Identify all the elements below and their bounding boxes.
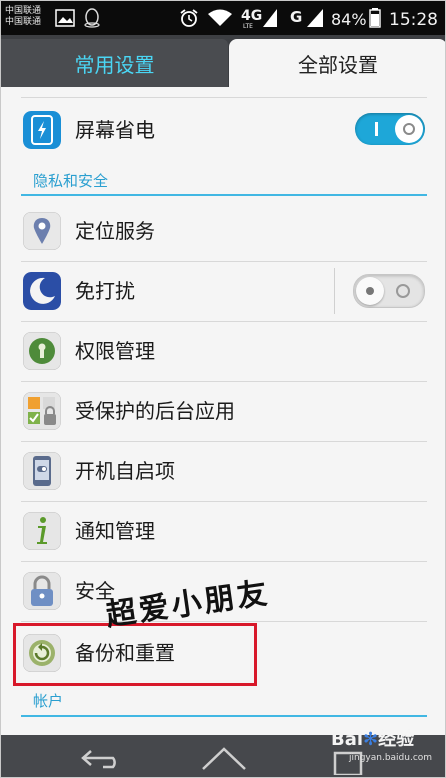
screen-power-saving-toggle[interactable] [355, 113, 425, 145]
baidu-logo: Bai✻经验 [331, 725, 414, 751]
row-location-service-label: 定位服务 [75, 219, 155, 243]
battery-icon [369, 8, 381, 28]
home-icon[interactable] [199, 745, 249, 771]
baidu-url: jingyan.baidu.com [349, 753, 433, 763]
wifi-icon [208, 9, 232, 26]
image-notification-icon [55, 9, 75, 27]
row-permission-management[interactable]: 权限管理 [1, 321, 445, 381]
network-lte-label: LTE [243, 23, 253, 30]
tab-common-settings[interactable]: 常用设置 [1, 39, 228, 87]
info-icon [23, 512, 61, 550]
section-divider [21, 194, 427, 196]
do-not-disturb-toggle[interactable] [353, 274, 425, 308]
signal-icon-1 [263, 9, 277, 27]
row-location-service[interactable]: 定位服务 [1, 201, 445, 261]
row-startup-items-label: 开机自启项 [75, 459, 175, 483]
tab-common-settings-label: 常用设置 [74, 52, 155, 77]
row-notification-management-label: 通知管理 [75, 519, 155, 543]
network-g-label: G [290, 8, 303, 26]
screen: 中国联通 中国联通 4G LTE G 84% 15:28 常用设置 全部设置 屏… [0, 0, 446, 778]
carrier-1: 中国联通 [5, 6, 42, 16]
toggle-off-indicator [396, 284, 410, 298]
battery-percent: 84% [331, 10, 367, 29]
divider [21, 621, 427, 622]
row-do-not-disturb-label: 免打扰 [75, 279, 135, 303]
toggle-separator [334, 268, 335, 314]
divider [21, 97, 427, 98]
protected-apps-icon [23, 392, 61, 430]
toggle-on-indicator [375, 122, 378, 136]
row-startup-items[interactable]: 开机自启项 [1, 441, 445, 501]
row-protected-apps-label: 受保护的后台应用 [75, 399, 235, 423]
tab-all-settings-label: 全部设置 [298, 52, 378, 77]
clock: 15:28 [389, 10, 438, 30]
network-4g-label: 4G [241, 8, 263, 24]
padlock-icon [23, 572, 61, 610]
highlight-box [13, 623, 257, 686]
toggle-knob [356, 277, 384, 305]
carrier-2: 中国联通 [5, 17, 42, 27]
tab-bar: 常用设置 全部设置 [1, 35, 445, 87]
status-bar: 中国联通 中国联通 4G LTE G 84% 15:28 [1, 1, 445, 35]
power-saving-icon [23, 111, 61, 149]
paw-icon: ✻ [363, 729, 379, 750]
toggle-knob [395, 115, 423, 143]
baidu-brand: Bai [331, 729, 364, 750]
row-notification-management[interactable]: 通知管理 [1, 501, 445, 561]
carrier-labels: 中国联通 中国联通 [5, 6, 41, 28]
baidu-brand-2: 经验 [378, 729, 415, 750]
signal-icon-2 [307, 9, 323, 27]
permission-lock-icon [23, 332, 61, 370]
location-pin-icon [23, 212, 61, 250]
row-permission-management-label: 权限管理 [75, 339, 155, 363]
phone-startup-icon [23, 452, 61, 490]
section-divider [21, 715, 427, 717]
alarm-icon [180, 9, 198, 27]
moon-icon [23, 272, 61, 310]
section-privacy-security: 隐私和安全 [33, 172, 109, 190]
qq-icon [84, 8, 100, 28]
row-screen-power-saving-label: 屏幕省电 [75, 118, 155, 142]
tab-all-settings[interactable]: 全部设置 [229, 39, 445, 87]
section-accounts: 帐户 [33, 692, 64, 710]
row-protected-apps[interactable]: 受保护的后台应用 [1, 381, 445, 441]
back-icon[interactable] [79, 747, 125, 769]
